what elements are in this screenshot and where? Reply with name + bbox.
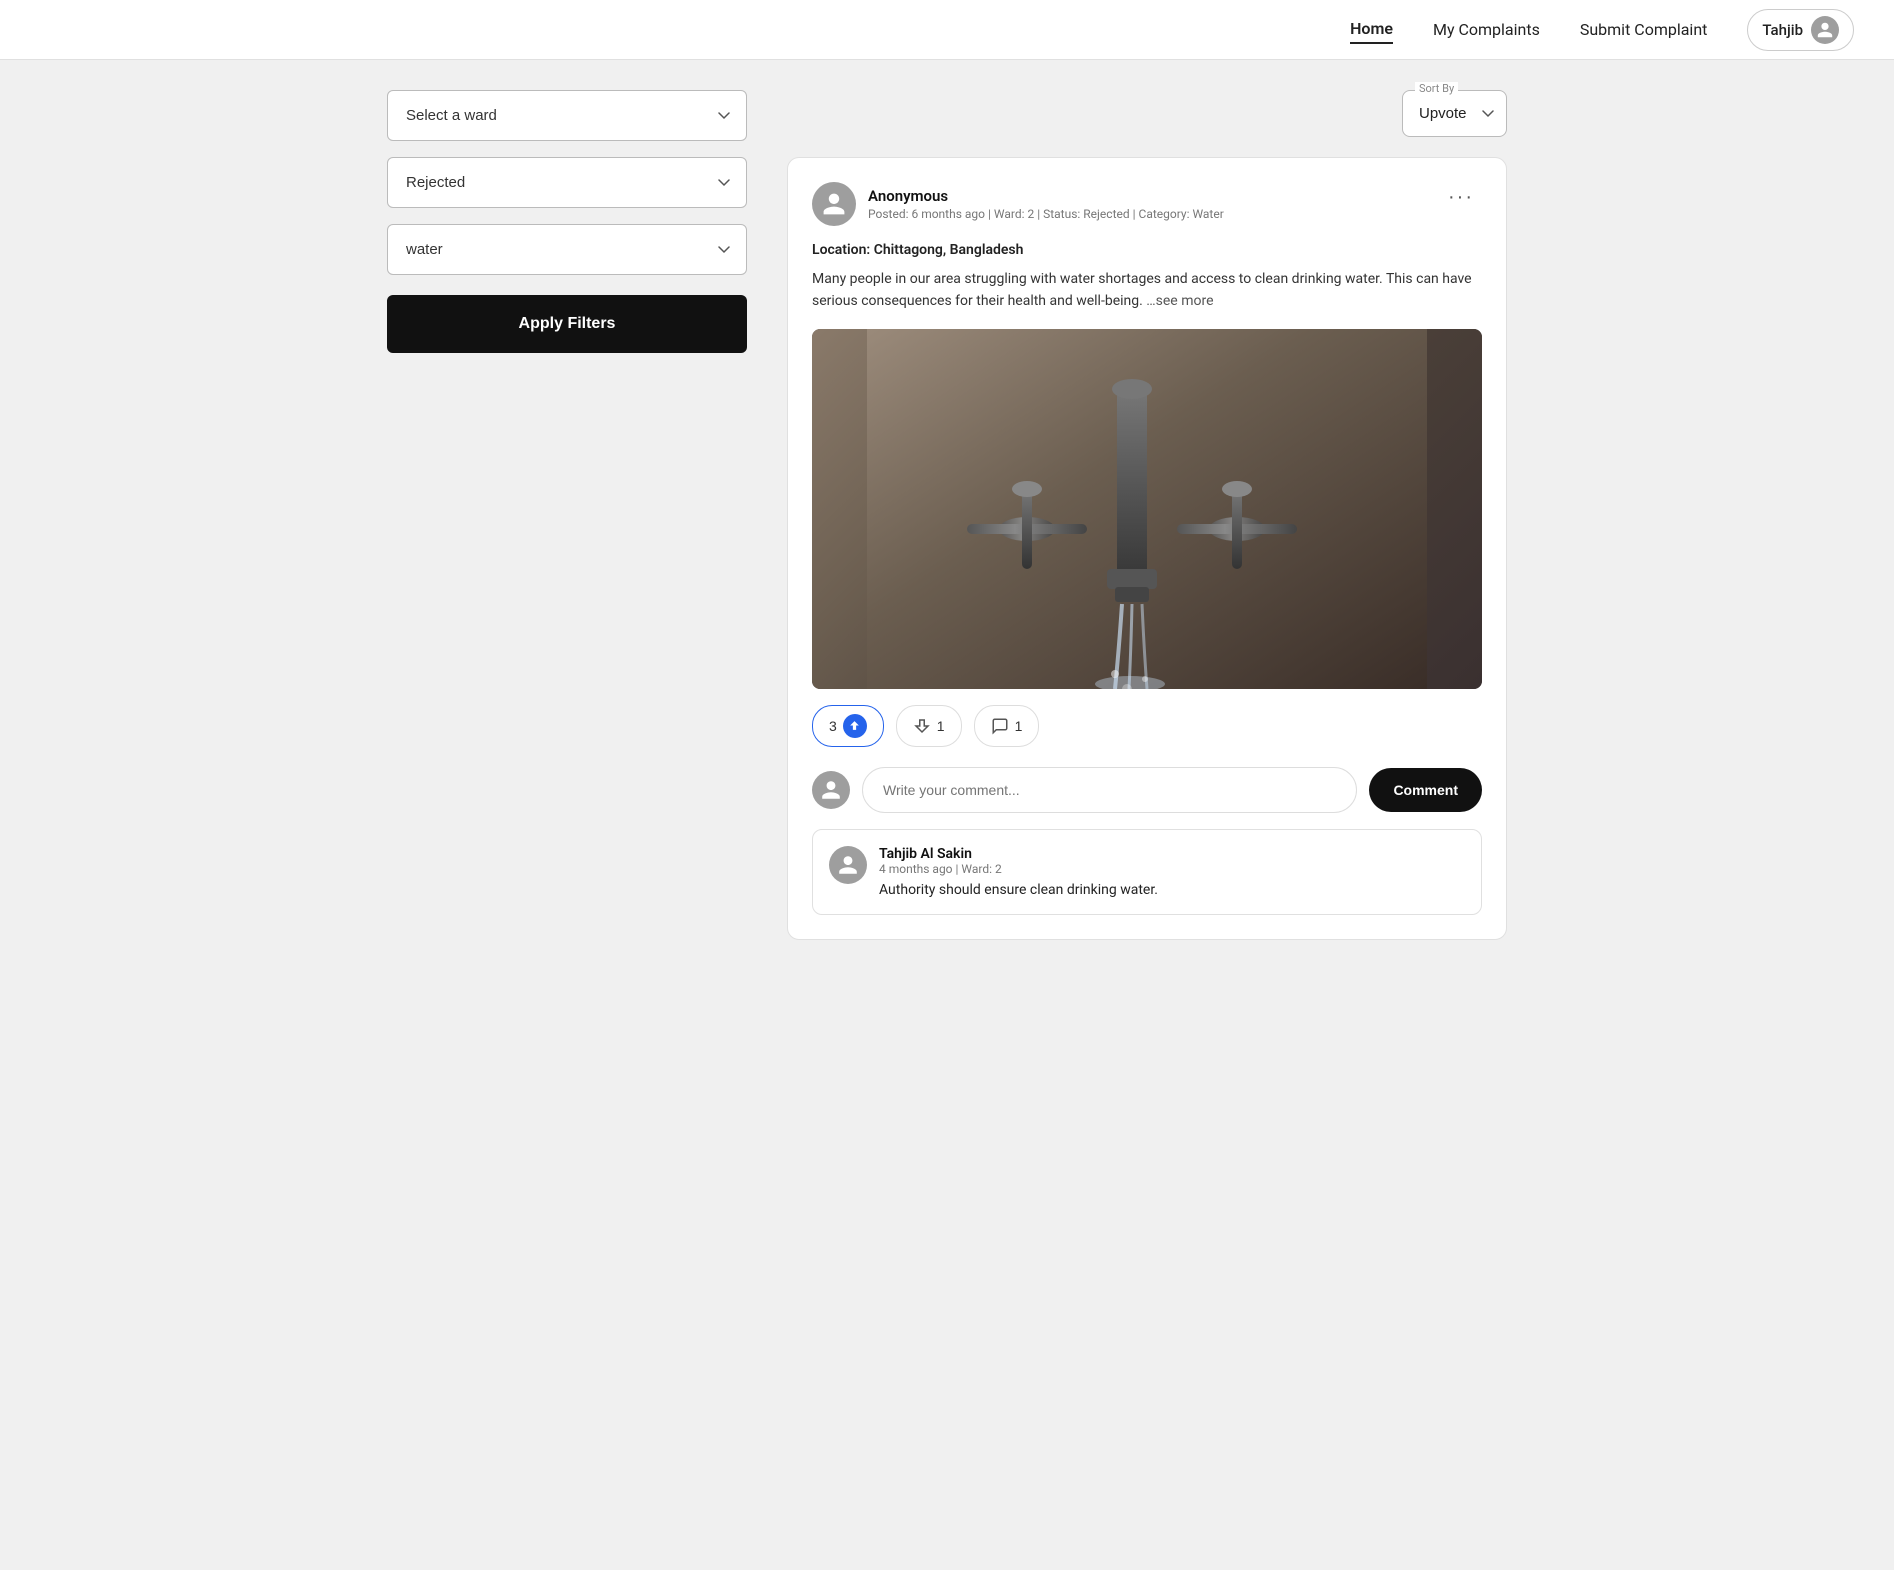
- card-location: Location: Chittagong, Bangladesh: [812, 242, 1482, 258]
- faucet-svg: [812, 329, 1482, 689]
- page-layout: Select a ward Ward 1 Ward 2 Ward 3 All P…: [347, 60, 1547, 970]
- nav-my-complaints[interactable]: My Complaints: [1433, 16, 1540, 43]
- comment-submit-button[interactable]: Comment: [1369, 768, 1482, 812]
- commenter-name: Tahjib Al Sakin: [879, 846, 1465, 862]
- comment-input-row: Comment: [812, 767, 1482, 813]
- downvote-count: 1: [937, 718, 945, 734]
- sort-label: Sort By: [1415, 82, 1458, 95]
- nav-submit-complaint[interactable]: Submit Complaint: [1580, 16, 1708, 43]
- upvote-count: 3: [829, 718, 837, 734]
- navbar: Home My Complaints Submit Complaint Tahj…: [0, 0, 1894, 60]
- sidebar: Select a ward Ward 1 Ward 2 Ward 3 All P…: [387, 90, 747, 940]
- author-avatar: [812, 182, 856, 226]
- sort-select[interactable]: Upvote Newest Oldest: [1403, 95, 1506, 132]
- sort-row: Sort By Upvote Newest Oldest: [787, 90, 1507, 137]
- commenter-avatar: [829, 846, 867, 884]
- commenter-meta: 4 months ago | Ward: 2: [879, 862, 1465, 876]
- comment-item: Tahjib Al Sakin 4 months ago | Ward: 2 A…: [812, 829, 1482, 915]
- comment-count: 1: [1015, 718, 1023, 734]
- card-description: Many people in our area struggling with …: [812, 268, 1482, 313]
- comment-text: Authority should ensure clean drinking w…: [879, 882, 1465, 898]
- card-author: Anonymous Posted: 6 months ago | Ward: 2…: [812, 182, 1224, 226]
- downvote-button[interactable]: 1: [896, 705, 962, 747]
- apply-filters-button[interactable]: Apply Filters: [387, 295, 747, 353]
- complaint-card: Anonymous Posted: 6 months ago | Ward: 2…: [787, 157, 1507, 940]
- card-menu-button[interactable]: ···: [1440, 182, 1482, 213]
- upvote-icon: [843, 714, 867, 738]
- card-header: Anonymous Posted: 6 months ago | Ward: 2…: [812, 182, 1482, 226]
- card-actions: 3 1 1: [812, 705, 1482, 747]
- main-content: Sort By Upvote Newest Oldest Anonymous: [787, 90, 1507, 940]
- upvote-button[interactable]: 3: [812, 705, 884, 747]
- status-select[interactable]: All Pending Approved Rejected: [387, 157, 747, 208]
- see-more-link[interactable]: …see more: [1146, 293, 1213, 309]
- category-select[interactable]: All water road electricity sanitation: [387, 224, 747, 275]
- card-description-text: Many people in our area struggling with …: [812, 271, 1472, 309]
- sort-container: Sort By Upvote Newest Oldest: [1402, 90, 1507, 137]
- comment-count-button[interactable]: 1: [974, 705, 1040, 747]
- author-info: Anonymous Posted: 6 months ago | Ward: 2…: [868, 187, 1224, 221]
- ward-select[interactable]: Select a ward Ward 1 Ward 2 Ward 3: [387, 90, 747, 141]
- comment-input[interactable]: [862, 767, 1357, 813]
- faucet-background: [812, 329, 1482, 689]
- nav-user-avatar: [1811, 16, 1839, 44]
- nav-home[interactable]: Home: [1350, 15, 1393, 44]
- comment-user-avatar: [812, 771, 850, 809]
- nav-user-label: Tahjib: [1762, 21, 1803, 39]
- comment-body: Tahjib Al Sakin 4 months ago | Ward: 2 A…: [879, 846, 1465, 898]
- complaint-image: [812, 329, 1482, 689]
- author-meta: Posted: 6 months ago | Ward: 2 | Status:…: [868, 207, 1224, 221]
- author-name: Anonymous: [868, 187, 1224, 205]
- nav-user-button[interactable]: Tahjib: [1747, 9, 1854, 51]
